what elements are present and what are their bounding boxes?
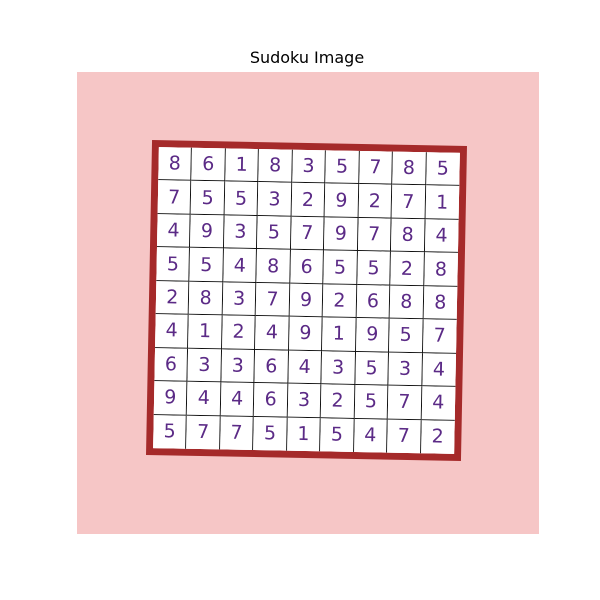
sudoku-cell-r2-c2[interactable]: 5 — [191, 181, 226, 216]
sudoku-cell-r3-c1[interactable]: 4 — [156, 214, 192, 249]
sudoku-cell-r9-c1[interactable]: 5 — [153, 414, 188, 449]
sudoku-cell-r3-c2[interactable]: 9 — [190, 214, 225, 249]
sudoku-cell-r3-c9[interactable]: 4 — [424, 219, 459, 254]
sudoku-cell-r9-c7[interactable]: 4 — [353, 418, 388, 453]
sudoku-cell-r8-c6[interactable]: 2 — [320, 384, 356, 419]
sudoku-cell-r3-c7[interactable]: 7 — [357, 217, 392, 252]
page-title: Sudoku Image — [249, 48, 365, 67]
sudoku-cell-r5-c5[interactable]: 9 — [289, 283, 324, 318]
sudoku-cell-r5-c4[interactable]: 7 — [256, 282, 291, 317]
sudoku-cell-r7-c1[interactable]: 6 — [154, 347, 189, 382]
sudoku-cell-r2-c5[interactable]: 2 — [291, 183, 326, 218]
sudoku-cell-r6-c5[interactable]: 9 — [288, 316, 323, 351]
sudoku-cell-r8-c2[interactable]: 4 — [187, 381, 222, 416]
sudoku-cell-r3-c8[interactable]: 8 — [391, 218, 426, 253]
sudoku-cell-r9-c5[interactable]: 1 — [286, 417, 321, 452]
sudoku-cell-r9-c8[interactable]: 7 — [387, 419, 422, 454]
sudoku-cell-r1-c5[interactable]: 3 — [292, 149, 327, 184]
sudoku-cell-r4-c7[interactable]: 5 — [356, 251, 392, 286]
page: Sudoku Image 861835785755329271493579784… — [0, 0, 600, 600]
sudoku-cell-r4-c5[interactable]: 6 — [290, 250, 325, 285]
sudoku-cell-r8-c8[interactable]: 7 — [387, 385, 422, 420]
sudoku-cell-r7-c4[interactable]: 6 — [254, 349, 289, 384]
sudoku-cell-r5-c1[interactable]: 2 — [155, 280, 190, 315]
sudoku-cell-r2-c4[interactable]: 3 — [257, 182, 293, 217]
sudoku-cell-r7-c9[interactable]: 4 — [421, 352, 456, 387]
sudoku-cell-r6-c1[interactable]: 4 — [155, 314, 190, 349]
sudoku-cell-r2-c6[interactable]: 9 — [324, 183, 359, 218]
sudoku-cell-r2-c7[interactable]: 2 — [358, 184, 393, 219]
sudoku-cell-r9-c3[interactable]: 7 — [220, 415, 255, 450]
sudoku-cell-r1-c7[interactable]: 7 — [358, 150, 393, 186]
sudoku-cell-r8-c9[interactable]: 4 — [421, 386, 456, 421]
sudoku-cell-r4-c4[interactable]: 8 — [256, 249, 291, 284]
sudoku-cell-r1-c9[interactable]: 5 — [425, 152, 460, 187]
sudoku-cell-r1-c3[interactable]: 1 — [225, 148, 260, 183]
sudoku-cell-r1-c2[interactable]: 6 — [191, 147, 226, 182]
sudoku-cell-r4-c2[interactable]: 5 — [189, 248, 224, 283]
sudoku-cell-r1-c1[interactable]: 8 — [158, 147, 193, 182]
sudoku-cell-r8-c1[interactable]: 9 — [153, 381, 188, 416]
sudoku-cell-r6-c4[interactable]: 4 — [255, 316, 290, 351]
sudoku-cell-r2-c1[interactable]: 7 — [157, 180, 192, 215]
sudoku-cell-r7-c8[interactable]: 3 — [388, 352, 423, 387]
sudoku-cell-r6-c3[interactable]: 2 — [221, 315, 257, 350]
sudoku-cell-r8-c4[interactable]: 6 — [254, 383, 289, 418]
sudoku-cell-r6-c7[interactable]: 9 — [355, 318, 390, 353]
sudoku-cell-r8-c3[interactable]: 4 — [220, 382, 255, 417]
sudoku-cell-r6-c2[interactable]: 1 — [188, 314, 223, 350]
sudoku-cell-r5-c3[interactable]: 3 — [222, 282, 257, 317]
sudoku-board: 8618357857553292714935797845548655282837… — [146, 140, 467, 461]
sudoku-cell-r5-c2[interactable]: 8 — [189, 281, 224, 316]
sudoku-cell-r5-c7[interactable]: 6 — [356, 284, 391, 319]
sudoku-cell-r4-c8[interactable]: 2 — [390, 251, 425, 287]
sudoku-cell-r4-c1[interactable]: 5 — [156, 247, 191, 282]
sudoku-cell-r9-c6[interactable]: 5 — [320, 417, 355, 452]
sudoku-cell-r7-c6[interactable]: 3 — [321, 350, 356, 386]
sudoku-cell-r8-c7[interactable]: 5 — [354, 385, 389, 420]
sudoku-cell-r9-c4[interactable]: 5 — [253, 416, 288, 451]
sudoku-cell-r4-c3[interactable]: 4 — [223, 248, 258, 283]
sudoku-cell-r7-c3[interactable]: 3 — [221, 349, 256, 384]
sudoku-cell-r3-c6[interactable]: 9 — [324, 217, 359, 252]
sudoku-cell-r2-c9[interactable]: 1 — [425, 185, 460, 220]
sudoku-cell-r6-c6[interactable]: 1 — [322, 317, 357, 352]
sudoku-cell-r5-c8[interactable]: 8 — [389, 285, 424, 320]
sudoku-cell-r1-c8[interactable]: 8 — [392, 151, 427, 186]
sudoku-cell-r7-c5[interactable]: 4 — [288, 350, 323, 385]
sudoku-cell-r7-c2[interactable]: 3 — [187, 348, 222, 383]
sudoku-cell-r8-c5[interactable]: 3 — [287, 383, 322, 418]
sudoku-cell-r4-c6[interactable]: 5 — [323, 250, 358, 285]
sudoku-cell-r3-c5[interactable]: 7 — [290, 216, 325, 251]
sudoku-cell-r3-c4[interactable]: 5 — [257, 215, 292, 251]
sudoku-cell-r6-c8[interactable]: 5 — [389, 318, 424, 353]
sudoku-cell-r1-c4[interactable]: 8 — [258, 149, 293, 184]
sudoku-cell-r7-c7[interactable]: 5 — [355, 351, 390, 386]
sudoku-cell-r2-c8[interactable]: 7 — [391, 185, 426, 220]
sudoku-cell-r9-c9[interactable]: 2 — [420, 419, 455, 454]
sudoku-cell-r1-c6[interactable]: 5 — [325, 150, 360, 185]
sudoku-grid: 8618357857553292714935797845548655282837… — [153, 147, 460, 454]
sudoku-cell-r2-c3[interactable]: 5 — [224, 181, 259, 216]
sudoku-cell-r4-c9[interactable]: 8 — [423, 252, 458, 287]
sudoku-cell-r6-c9[interactable]: 7 — [422, 319, 457, 354]
sudoku-cell-r5-c6[interactable]: 2 — [322, 284, 357, 319]
sudoku-cell-r3-c3[interactable]: 3 — [223, 215, 258, 250]
sudoku-cell-r5-c9[interactable]: 8 — [423, 286, 458, 321]
sudoku-cell-r9-c2[interactable]: 7 — [186, 415, 221, 450]
